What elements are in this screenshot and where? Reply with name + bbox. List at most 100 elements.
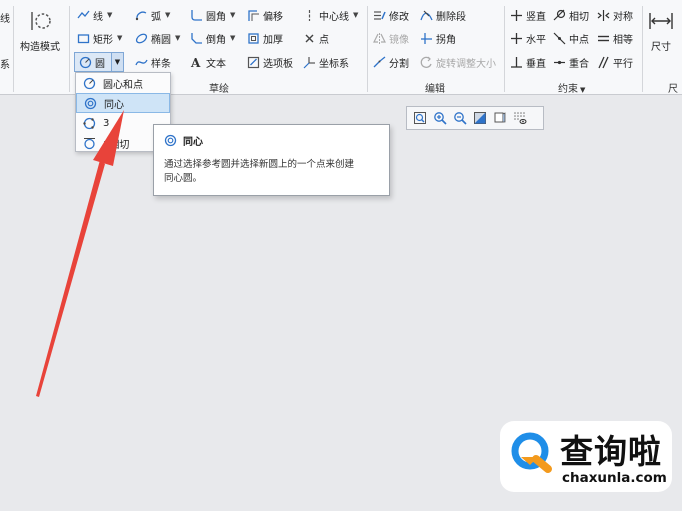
- centerline-label: 中心线: [319, 11, 349, 23]
- symmetric-icon: [597, 9, 610, 22]
- vertical-constraint[interactable]: 竖直: [510, 6, 546, 24]
- mirror-tool[interactable]: 镜像: [373, 29, 409, 47]
- offset-label: 偏移: [263, 11, 283, 23]
- modify-label: 修改: [389, 11, 409, 23]
- refit-button[interactable]: [412, 111, 427, 126]
- chevron-down-icon[interactable]: ▼: [111, 53, 123, 71]
- palette-label: 选项板: [263, 58, 293, 70]
- constrain-group-label: 约束: [558, 84, 578, 95]
- offset-tool[interactable]: 偏移: [247, 6, 283, 24]
- menu-item-concentric[interactable]: 同心: [76, 93, 170, 113]
- circle-label: 圆: [95, 58, 105, 70]
- watermark-en-text: chaxunla.com: [562, 470, 667, 486]
- zoom-in-icon: [433, 112, 447, 125]
- mirror-label: 镜像: [389, 34, 409, 46]
- parallel-constraint[interactable]: 平行: [597, 53, 633, 71]
- zoom-in-button[interactable]: [432, 111, 447, 126]
- line-icon: [77, 9, 90, 22]
- chevron-down-icon[interactable]: ▼: [107, 11, 112, 19]
- concentric-circle-icon: [164, 134, 177, 147]
- chevron-down-icon[interactable]: ▼: [230, 34, 235, 42]
- construct-mode-icon: [27, 10, 53, 32]
- parallel-label: 平行: [613, 58, 633, 70]
- left-group-line-partial[interactable]: 线: [0, 8, 10, 26]
- midpoint-icon: [553, 32, 566, 45]
- construct-mode-button[interactable]: 构造模式: [20, 10, 60, 53]
- magnifier-logo-icon: [511, 432, 552, 473]
- datum-display-button[interactable]: [512, 111, 527, 126]
- chevron-down-icon[interactable]: ▼: [230, 11, 235, 19]
- zoom-out-button[interactable]: [452, 111, 467, 126]
- line-label: 线: [93, 11, 103, 23]
- thicken-tool[interactable]: 加厚: [247, 29, 283, 47]
- left-group-sys-partial[interactable]: 系: [0, 54, 10, 72]
- tangent-icon: [553, 9, 566, 22]
- symmetric-constraint[interactable]: 对称: [597, 6, 633, 24]
- rectangle-tool[interactable]: 矩形 ▼: [77, 29, 122, 47]
- tooltip-body-line: 通过选择参考圆并选择新圆上的一个点来创建: [164, 159, 355, 170]
- modify-icon: [373, 9, 386, 22]
- menu-item-label: 3: [103, 117, 110, 129]
- chamfer-tool[interactable]: 倒角 ▼: [190, 29, 235, 47]
- chevron-down-icon[interactable]: ▼: [117, 34, 122, 42]
- corner-tool[interactable]: 拐角: [420, 29, 456, 47]
- dimension-button[interactable]: 尺寸: [648, 10, 674, 53]
- constrain-group-menu[interactable]: 约束 ▼: [558, 80, 585, 95]
- vertical-label: 竖直: [526, 11, 546, 23]
- chevron-down-icon[interactable]: ▼: [175, 34, 180, 42]
- thicken-icon: [247, 32, 260, 45]
- horizontal-constraint[interactable]: 水平: [510, 29, 546, 47]
- corner-icon: [420, 32, 433, 45]
- delete-segment-icon: [420, 9, 433, 22]
- saved-orientation-button[interactable]: [492, 111, 507, 126]
- corner-label: 拐角: [436, 34, 456, 46]
- perpendicular-icon: [510, 56, 523, 69]
- sketch-group-label: 草绘: [209, 84, 229, 95]
- arc-icon: [135, 9, 148, 22]
- display-style-button[interactable]: [472, 111, 487, 126]
- text-tool[interactable]: A 文本: [190, 53, 226, 71]
- modify-tool[interactable]: 修改: [373, 6, 409, 24]
- equal-constraint[interactable]: 相等: [597, 29, 633, 47]
- chevron-down-icon[interactable]: ▼: [165, 11, 170, 19]
- coincident-constraint[interactable]: 重合: [553, 53, 589, 71]
- spline-icon: [135, 56, 148, 69]
- edit-group-label: 编辑: [425, 84, 445, 95]
- divide-icon: [373, 55, 386, 69]
- point-icon: [303, 32, 316, 45]
- thicken-label: 加厚: [263, 34, 283, 46]
- three-point-circle-icon: [83, 117, 96, 130]
- palette-tool[interactable]: 选项板: [247, 53, 293, 71]
- tangent-constraint[interactable]: 相切: [553, 6, 589, 24]
- construct-mode-label: 构造模式: [20, 42, 60, 53]
- left-edge-label-1: 线: [0, 13, 10, 25]
- chevron-down-icon[interactable]: ▼: [353, 11, 358, 19]
- chevron-down-icon: ▼: [580, 86, 586, 94]
- midpoint-constraint[interactable]: 中点: [553, 29, 589, 47]
- rotate-resize-icon: [420, 56, 433, 69]
- spline-label: 样条: [151, 58, 171, 70]
- spline-tool[interactable]: 样条: [135, 53, 171, 71]
- equal-icon: [597, 32, 610, 45]
- divide-tool[interactable]: 分割: [373, 53, 409, 71]
- circle-split-button[interactable]: 圆 ▼: [74, 52, 124, 72]
- ellipse-icon: [135, 32, 148, 45]
- rectangle-icon: [77, 32, 90, 45]
- delete-segment-tool[interactable]: 删除段: [420, 6, 466, 24]
- chamfer-label: 倒角: [206, 34, 226, 46]
- tooltip-title-row: 同心: [164, 133, 379, 148]
- arc-tool[interactable]: 弧 ▼: [135, 6, 170, 24]
- point-tool[interactable]: 点: [303, 29, 329, 47]
- arc-label: 弧: [151, 11, 161, 23]
- ellipse-tool[interactable]: 椭圆 ▼: [135, 29, 180, 47]
- menu-item-center-point[interactable]: 圆心和点: [76, 73, 170, 93]
- rotate-resize-tool[interactable]: 旋转调整大小: [420, 53, 496, 71]
- left-edge-label-2: 系: [0, 59, 10, 71]
- palette-icon: [247, 56, 260, 69]
- coord-sys-tool[interactable]: 坐标系: [303, 53, 349, 71]
- fillet-tool[interactable]: 圆角 ▼: [190, 6, 235, 24]
- perpendicular-constraint[interactable]: 垂直: [510, 53, 546, 71]
- offset-icon: [247, 9, 260, 22]
- line-tool[interactable]: 线 ▼: [77, 6, 112, 24]
- centerline-tool[interactable]: 中心线 ▼: [303, 6, 358, 24]
